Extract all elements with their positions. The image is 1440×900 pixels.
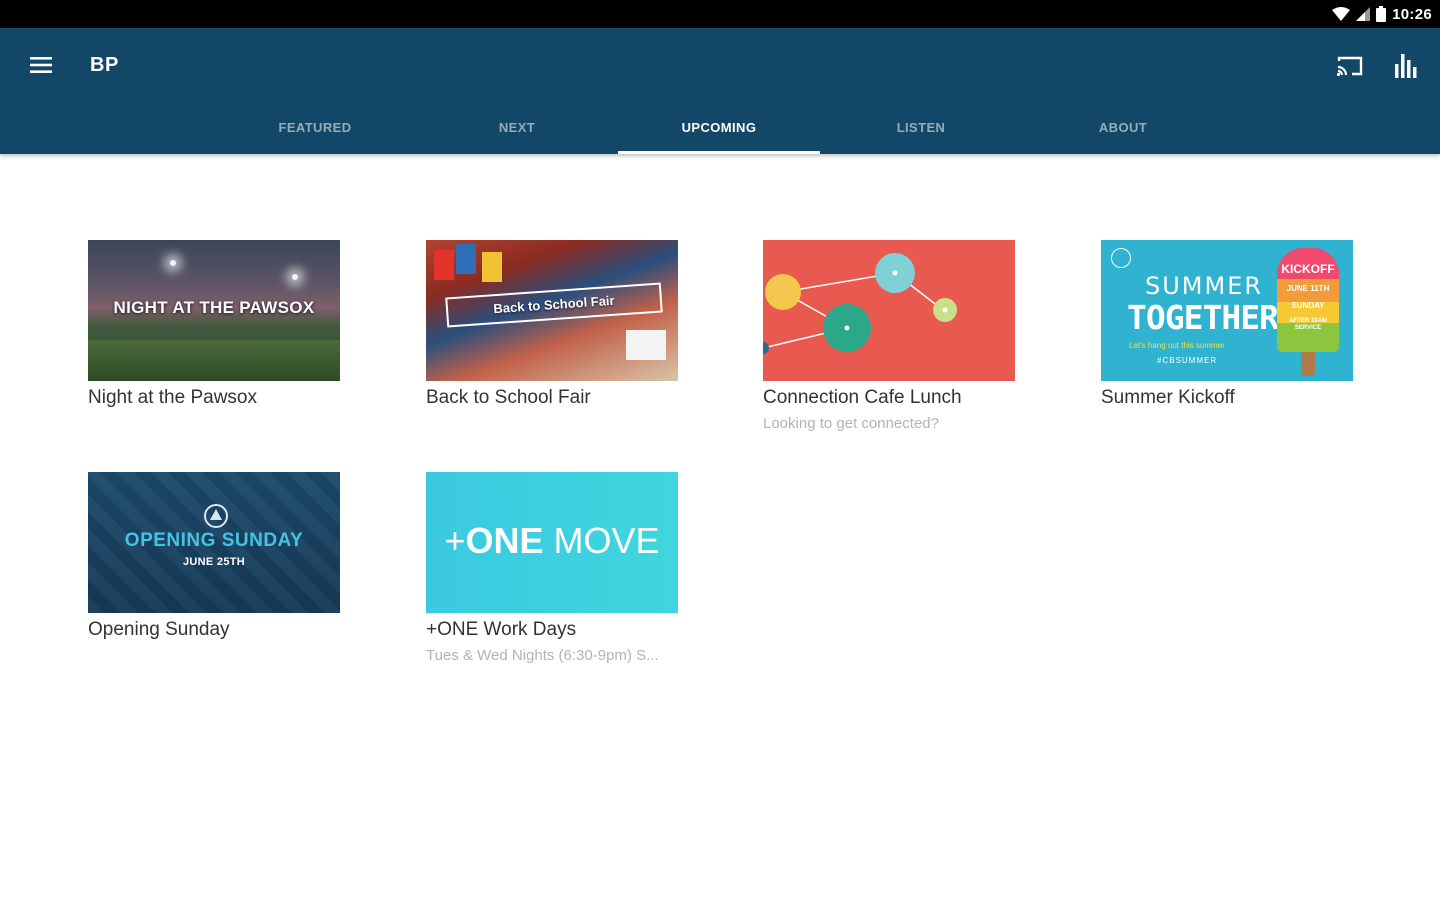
tab-label: LISTEN [896,119,946,135]
event-thumbnail [763,240,1015,381]
event-thumbnail: OPENING SUNDAY JUNE 25TH [88,472,340,613]
popsicle-text: SERVICE [1294,325,1322,331]
battery-icon [1376,6,1387,22]
decor-block [482,252,502,282]
church-logo-icon [1111,248,1131,268]
connection-dots-graphic [763,253,957,354]
status-time: 10:26 [1392,5,1432,23]
event-thumbnail: +ONE MOVE [426,472,678,613]
plus-text: + [444,520,466,561]
status-icons: 10:26 [1332,4,1432,24]
cast-button[interactable] [1330,46,1370,86]
thumbnail-caption: JUNE 25TH [183,556,245,568]
thumbnail-caption: OPENING SUNDAY [124,530,304,551]
tab-listen[interactable]: LISTEN [820,100,1022,154]
tab-upcoming[interactable]: UPCOMING [618,100,820,154]
popsicle-text: JUNE 11TH [1286,284,1330,293]
stadium-light [292,274,298,280]
popsicle-stick [1301,352,1315,376]
event-card-summer-kickoff[interactable]: SUMMER TOGETHER Let's hang out this summ… [1101,240,1355,409]
tab-label: NEXT [498,119,536,135]
app-bar: BP FEATURED NEXT UPCOMING LISTEN ABOUT [0,28,1440,154]
bold-text: ONE [465,520,544,561]
event-card-opening-sunday[interactable]: OPENING SUNDAY JUNE 25TH Opening Sunday [88,472,342,641]
tab-featured[interactable]: FEATURED [214,100,416,154]
cell-signal-icon [1356,7,1371,21]
thumbnail-caption: NIGHT AT THE PAWSOX [113,298,315,317]
thumbnail-caption: TOGETHER [1127,298,1279,337]
event-card-back-to-school-fair[interactable]: Back to School Fair Back to School Fair [426,240,680,409]
tab-next[interactable]: NEXT [416,100,618,154]
event-card-connection-cafe-lunch[interactable]: Connection Cafe Lunch Looking to get con… [763,240,1017,432]
event-title: Night at the Pawsox [88,387,257,408]
event-title: +ONE Work Days [426,619,577,640]
tab-label: UPCOMING [681,119,757,135]
app-title: BP [90,54,119,76]
cast-icon [1336,56,1363,77]
thumbnail-caption: +ONE MOVE [426,520,678,562]
popsicle-graphic: KICKOFF JUNE 11TH SUNDAY AFTER 10AM SERV… [1277,248,1339,352]
thumbnail-caption: #CBSUMMER [1157,356,1218,365]
tab-bar: FEATURED NEXT UPCOMING LISTEN ABOUT [214,100,1226,154]
tab-about[interactable]: ABOUT [1022,100,1224,154]
event-title: Opening Sunday [88,619,230,640]
event-title: Back to School Fair [426,387,591,408]
event-title: Summer Kickoff [1101,387,1235,408]
decor-block [626,330,666,360]
event-thumbnail: Back to School Fair [426,240,678,381]
equalizer-icon [1395,54,1417,78]
menu-button[interactable] [22,46,60,84]
event-thumbnail: NIGHT AT THE PAWSOX [88,240,340,381]
status-bar: 10:26 [0,0,1440,28]
decor-block [434,250,454,280]
church-logo-icon [204,504,228,528]
popsicle-text: AFTER 10AM [1289,318,1327,324]
baseball-field [88,340,340,381]
event-subtitle: Looking to get connected? [763,415,939,432]
decor-block [456,244,476,274]
thumbnail-caption: Back to School Fair [445,282,663,328]
stadium-light [170,260,176,266]
event-thumbnail: SUMMER TOGETHER Let's hang out this summ… [1101,240,1353,381]
tab-label: FEATURED [278,119,352,135]
event-card-night-at-the-pawsox[interactable]: NIGHT AT THE PAWSOX Night at the Pawsox [88,240,342,409]
popsicle-text: SUNDAY [1291,301,1325,310]
event-title: Connection Cafe Lunch [763,387,962,408]
wifi-icon [1332,7,1351,21]
popsicle-text: KICKOFF [1281,262,1335,276]
hamburger-menu-icon [30,57,52,73]
thumbnail-caption: Let's hang out this summer [1129,341,1225,350]
tab-label: ABOUT [1098,119,1148,135]
stats-button[interactable] [1386,46,1426,86]
thumbnail-caption: SUMMER [1145,272,1264,300]
event-subtitle: Tues & Wed Nights (6:30-9pm) S... [426,647,659,664]
light-text: MOVE [543,520,660,561]
event-card-one-work-days[interactable]: +ONE MOVE +ONE Work Days Tues & Wed Nigh… [426,472,680,664]
